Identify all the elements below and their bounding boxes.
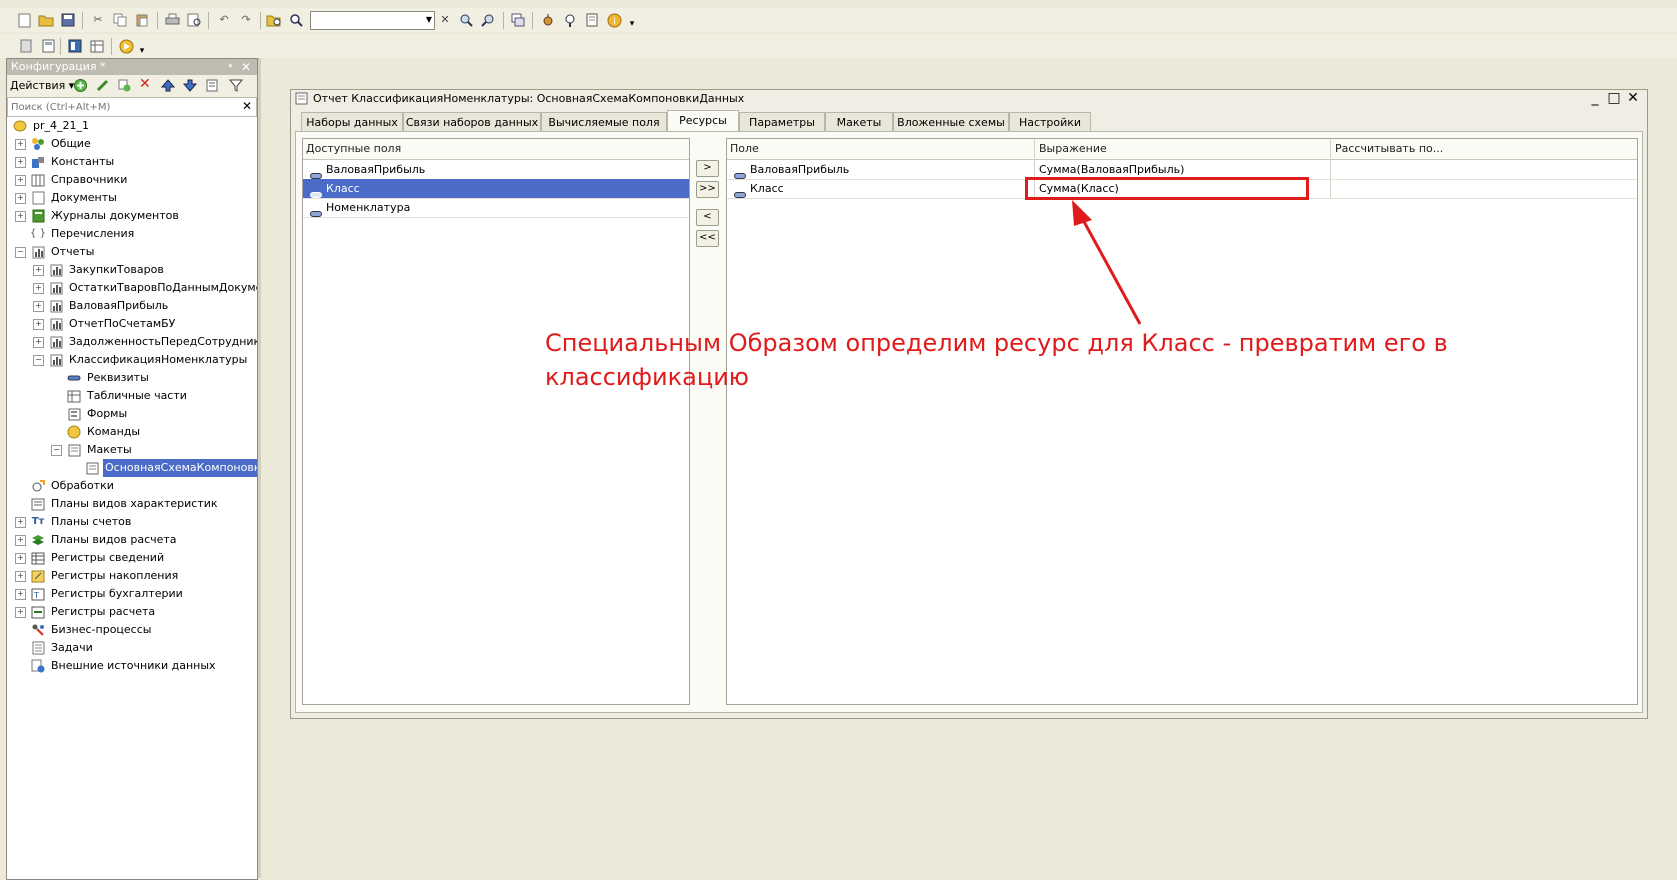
annotation-text: Специальным Образом определим ресурс для… xyxy=(545,326,1448,394)
arrow-shaft xyxy=(1080,217,1142,325)
arrow-head xyxy=(1072,200,1092,226)
annotation-line-2: классификацию xyxy=(545,363,749,391)
annotation-arrow xyxy=(1072,200,1142,325)
annotation-line-1: Специальным Образом определим ресурс для… xyxy=(545,329,1448,357)
